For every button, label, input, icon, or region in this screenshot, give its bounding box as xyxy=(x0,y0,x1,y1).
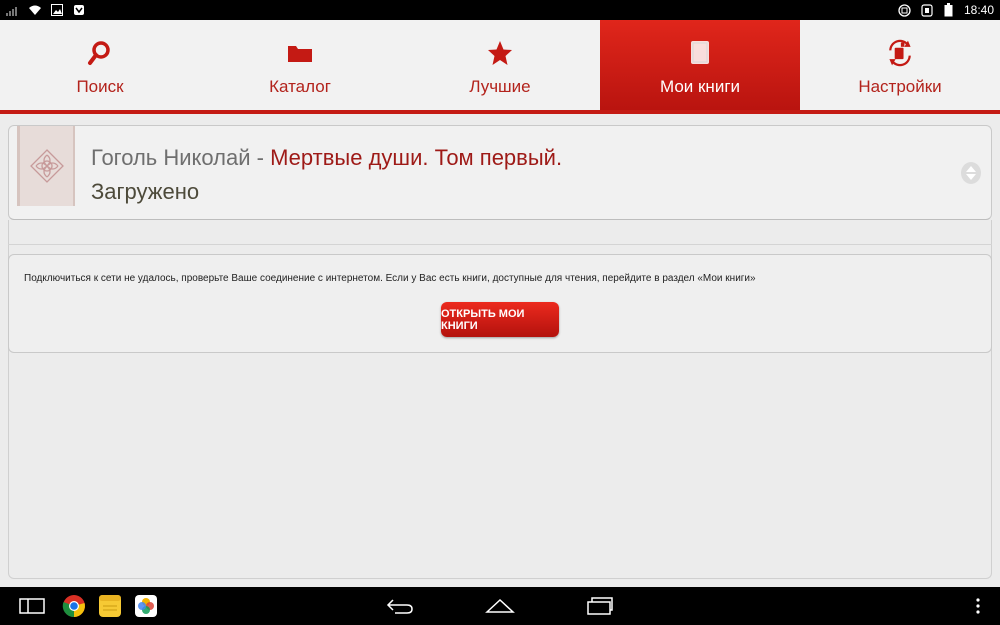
status-left-icons xyxy=(6,2,86,18)
notes-icon[interactable] xyxy=(96,587,124,625)
tab-catalog[interactable]: Каталог xyxy=(200,20,400,110)
tab-catalog-label: Каталог xyxy=(269,77,331,96)
scroll-handle[interactable] xyxy=(961,162,981,184)
book-list-item[interactable]: Гоголь Николай - Мертвые души. Том первы… xyxy=(8,125,992,220)
tab-settings-label: Настройки xyxy=(858,77,942,96)
tab-my-books[interactable]: Мои книги xyxy=(600,20,800,110)
photos-icon[interactable] xyxy=(132,587,160,625)
book-icon xyxy=(685,38,715,68)
status-bar: 18:40 xyxy=(0,0,1000,20)
tab-bar: Поиск Каталог Лучшие Мои книги Настройки xyxy=(0,20,1000,114)
tab-search-label: Поиск xyxy=(76,77,124,96)
book-author: Гоголь Николай xyxy=(91,145,251,170)
image-icon xyxy=(50,3,64,17)
tab-my-books-label: Мои книги xyxy=(659,77,741,96)
star-icon xyxy=(485,38,515,68)
back-icon[interactable] xyxy=(382,587,418,625)
divider xyxy=(8,244,992,245)
status-time: 18:40 xyxy=(963,3,994,17)
wifi-icon xyxy=(28,3,42,17)
tab-best-label: Лучшие xyxy=(469,77,531,96)
book-title: Мертвые души. Том первый. xyxy=(270,145,563,170)
home-icon[interactable] xyxy=(482,587,518,625)
book-status: Загружено xyxy=(91,179,200,204)
tab-search[interactable]: Поиск xyxy=(0,20,200,110)
open-my-books-button[interactable]: ОТКРЫТЬ МОИ КНИГИ xyxy=(441,302,559,337)
overview-icon[interactable] xyxy=(582,587,618,625)
navigation-bar xyxy=(0,587,1000,625)
offline-message-box: Подключиться к сети не удалось, проверьт… xyxy=(8,254,992,353)
battery-icon xyxy=(942,3,956,17)
book-separator: - xyxy=(250,145,271,170)
offline-message-text: Подключиться к сети не удалось, проверьт… xyxy=(24,273,756,284)
battery-saver-icon xyxy=(920,3,934,17)
tab-settings[interactable]: Настройки xyxy=(800,20,1000,110)
folder-icon xyxy=(285,38,315,68)
search-icon xyxy=(85,38,115,68)
book-heading: Гоголь Николай - Мертвые души. Том первы… xyxy=(91,145,562,171)
sync-icon xyxy=(898,3,912,17)
status-right-icons: 18:40 xyxy=(898,2,994,18)
app-window: Поиск Каталог Лучшие Мои книги Настройки xyxy=(0,20,1000,587)
recent-apps-icon[interactable] xyxy=(16,587,48,625)
menu-icon[interactable] xyxy=(968,587,988,625)
tab-best[interactable]: Лучшие xyxy=(400,20,600,110)
chrome-icon[interactable] xyxy=(60,587,88,625)
book-cover-ornament-icon xyxy=(17,126,75,206)
download-icon xyxy=(72,3,86,17)
signal-icon xyxy=(6,3,20,17)
settings-sync-icon xyxy=(885,38,915,68)
